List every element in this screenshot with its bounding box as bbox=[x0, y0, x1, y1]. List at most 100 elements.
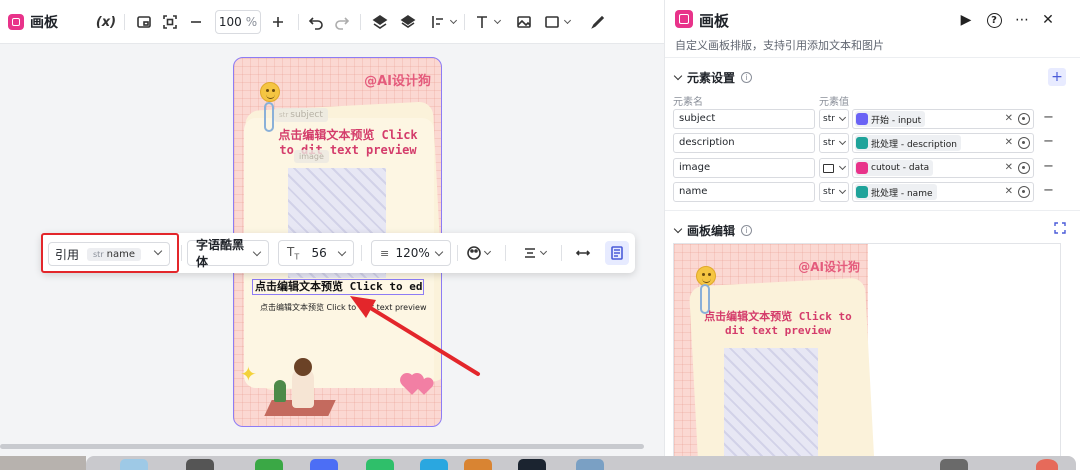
reference-highlight-box: 引用 str name bbox=[41, 233, 179, 273]
subject-placeholder-type: str bbox=[279, 111, 289, 119]
chevron-down-icon bbox=[673, 71, 683, 81]
run-icon[interactable]: ▶ bbox=[956, 10, 976, 30]
app-logo-icon bbox=[8, 13, 24, 30]
font-family-value: 字语酷黑体 bbox=[196, 238, 245, 269]
line-height-select[interactable]: ≡ 120% bbox=[371, 240, 451, 266]
variable-button[interactable]: (x) bbox=[96, 10, 116, 34]
start-node-icon bbox=[856, 113, 868, 125]
element-type-select[interactable] bbox=[819, 158, 849, 178]
target-icon[interactable] bbox=[1018, 186, 1030, 198]
zoom-out-icon[interactable] bbox=[186, 10, 206, 34]
add-element-button[interactable]: + bbox=[1048, 68, 1066, 86]
reference-chip-value: name bbox=[106, 248, 135, 260]
frame-icon[interactable] bbox=[134, 10, 154, 34]
sparkle-icon: ✦ bbox=[240, 362, 257, 386]
element-settings-header[interactable]: 元素设置 i bbox=[673, 69, 753, 86]
dock-app-icon[interactable] bbox=[518, 459, 546, 470]
remove-element-button[interactable]: − bbox=[1043, 159, 1054, 174]
more-icon[interactable]: ⋯ bbox=[1012, 10, 1032, 30]
element-row: image cutout - data ✕ − bbox=[673, 158, 1055, 178]
reference-select[interactable]: 引用 str name bbox=[48, 242, 170, 266]
line-height-value: 120% bbox=[395, 246, 430, 260]
batch-node-icon bbox=[856, 137, 868, 149]
clear-icon[interactable]: ✕ bbox=[1005, 162, 1013, 173]
dock-app-icon[interactable] bbox=[420, 459, 448, 470]
poster-title-text[interactable]: 点击编辑文本预览 Click to dit text preview bbox=[268, 128, 428, 158]
image-icon[interactable] bbox=[514, 10, 534, 34]
text-format-toolbar: 引用 str name 字语酷黑体 TT 56 ≡ 120% bbox=[41, 233, 635, 273]
chevron-down-icon bbox=[838, 137, 847, 146]
remove-element-button[interactable]: − bbox=[1043, 134, 1054, 149]
element-value-field[interactable]: cutout - data ✕ bbox=[852, 158, 1034, 178]
element-type-select[interactable]: str bbox=[819, 109, 849, 129]
section-divider bbox=[665, 210, 1080, 211]
layers-icon[interactable] bbox=[398, 10, 418, 34]
element-type-select[interactable]: str bbox=[819, 182, 849, 202]
dock-app-icon[interactable] bbox=[1036, 459, 1058, 470]
element-name-input[interactable]: name bbox=[673, 182, 815, 202]
dock-app-icon[interactable] bbox=[120, 459, 148, 470]
element-value-field[interactable]: 开始 - input ✕ bbox=[852, 109, 1034, 129]
info-icon: i bbox=[741, 72, 753, 83]
dock-app-icon[interactable] bbox=[186, 459, 214, 470]
girl-illustration bbox=[264, 354, 336, 416]
subject-placeholder[interactable]: str subject bbox=[274, 108, 328, 122]
font-size-value: 56 bbox=[311, 246, 327, 260]
dock-app-icon[interactable] bbox=[366, 459, 394, 470]
dock-app-icon[interactable] bbox=[940, 459, 968, 470]
fit-screen-icon[interactable] bbox=[160, 10, 180, 34]
column-element-name: 元素名 bbox=[673, 97, 703, 108]
dock-app-icon[interactable] bbox=[255, 459, 283, 470]
element-name-input[interactable]: subject bbox=[673, 109, 815, 129]
redo-icon[interactable] bbox=[332, 10, 352, 34]
element-name-input[interactable]: image bbox=[673, 158, 815, 178]
text-align-icon[interactable] bbox=[519, 241, 549, 265]
font-size-icon: TT bbox=[287, 244, 300, 262]
target-icon[interactable] bbox=[1018, 137, 1030, 149]
remove-element-button[interactable]: − bbox=[1043, 183, 1054, 198]
font-family-select[interactable]: 字语酷黑体 bbox=[187, 238, 269, 269]
pen-icon[interactable] bbox=[588, 10, 608, 34]
reference-chip: str name bbox=[87, 247, 141, 261]
dock-app-icon[interactable] bbox=[310, 459, 338, 470]
zoom-input[interactable]: 100% bbox=[215, 10, 261, 34]
board-preview[interactable]: @AI设计狗 点击编辑文本预览 Click to dit text previe… bbox=[673, 243, 1061, 470]
text-box-icon[interactable] bbox=[605, 241, 629, 265]
expand-icon[interactable] bbox=[1054, 222, 1066, 234]
poster-brand-text[interactable]: @AI设计狗 bbox=[364, 70, 431, 89]
element-type-select[interactable]: str bbox=[819, 133, 849, 153]
target-icon[interactable] bbox=[1018, 162, 1030, 174]
value-chip-label: 批处理 - description bbox=[871, 139, 958, 150]
horizontal-scrollbar[interactable] bbox=[0, 444, 644, 449]
element-name-input[interactable]: description bbox=[673, 133, 815, 153]
element-value-field[interactable]: 批处理 - name ✕ bbox=[852, 182, 1034, 202]
letter-spacing-icon[interactable] bbox=[573, 241, 593, 265]
panel-description: 自定义画板排版，支持引用添加文本和图片 bbox=[675, 39, 884, 52]
clear-icon[interactable]: ✕ bbox=[1005, 137, 1013, 148]
element-row: description str 批处理 - description ✕ − bbox=[673, 133, 1055, 153]
layer-up-icon[interactable] bbox=[370, 10, 390, 34]
text-tool-dropdown[interactable] bbox=[472, 10, 502, 34]
board-edit-header[interactable]: 画板编辑 i bbox=[673, 222, 753, 239]
shape-dropdown[interactable] bbox=[542, 10, 572, 34]
value-chip: cutout - data bbox=[855, 160, 934, 176]
align-dropdown[interactable] bbox=[428, 10, 458, 34]
close-icon[interactable]: ✕ bbox=[1038, 10, 1058, 30]
remove-element-button[interactable]: − bbox=[1043, 110, 1054, 125]
image-placeholder-label: image bbox=[294, 150, 329, 163]
smiley-sticker-icon bbox=[260, 82, 280, 102]
element-row: subject str 开始 - input ✕ − bbox=[673, 109, 1055, 129]
desktop-background bbox=[0, 456, 86, 470]
color-palette-icon[interactable] bbox=[463, 241, 493, 265]
target-icon[interactable] bbox=[1018, 113, 1030, 125]
element-value-field[interactable]: 批处理 - description ✕ bbox=[852, 133, 1034, 153]
clear-icon[interactable]: ✕ bbox=[1005, 113, 1013, 124]
dock-app-icon[interactable] bbox=[576, 459, 604, 470]
help-icon[interactable]: ? bbox=[984, 10, 1004, 30]
dock-app-icon[interactable] bbox=[464, 459, 492, 470]
zoom-in-icon[interactable] bbox=[268, 10, 288, 34]
undo-icon[interactable] bbox=[306, 10, 326, 34]
clear-icon[interactable]: ✕ bbox=[1005, 186, 1013, 197]
font-size-select[interactable]: TT 56 bbox=[278, 240, 354, 266]
chevron-down-icon bbox=[838, 162, 847, 171]
